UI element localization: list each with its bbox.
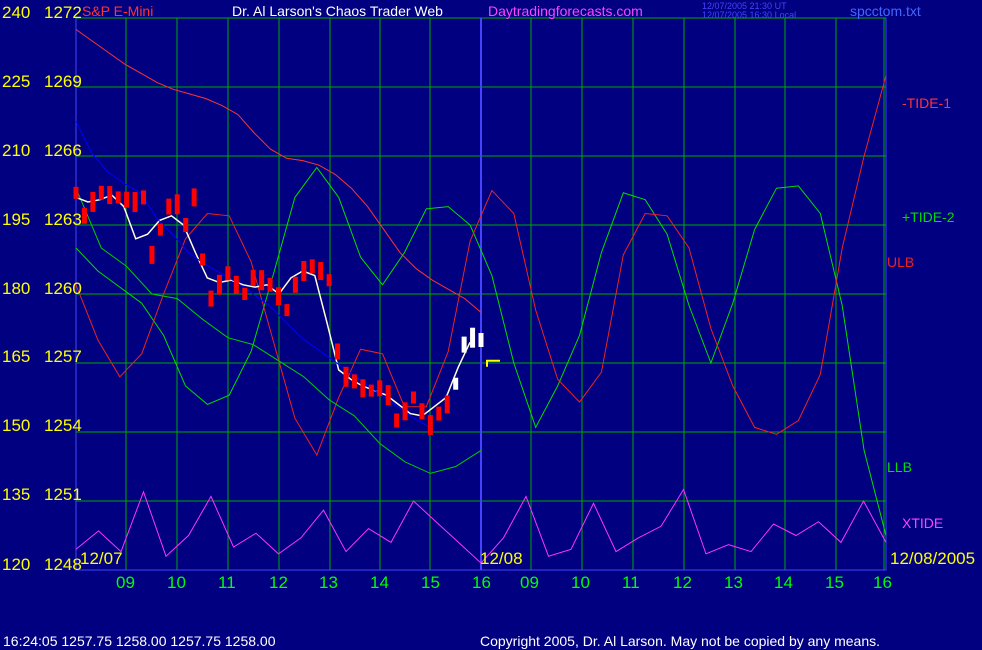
price-axis-label: 1269 xyxy=(44,72,82,91)
price-axis-label: 1257 xyxy=(44,347,82,366)
legend-tide1: -TIDE-1 xyxy=(902,95,951,111)
last-quote: 16:24:05 1257.75 1258.00 1257.75 1258.00 xyxy=(3,633,276,649)
hour-label: 11 xyxy=(218,573,236,592)
date-label: 12/08/2005 xyxy=(890,549,976,568)
hour-label: 16 xyxy=(472,573,491,592)
hour-label: 15 xyxy=(421,573,440,592)
price-axis-label: 1263 xyxy=(44,210,82,229)
left-scale-label: 165 xyxy=(2,347,31,366)
hour-label: 13 xyxy=(724,573,743,592)
hour-label: 12 xyxy=(269,573,288,592)
hour-label: 13 xyxy=(319,573,338,592)
left-scale-label: 150 xyxy=(2,416,31,435)
legend-xtide: XTIDE xyxy=(902,515,944,531)
hour-label: 09 xyxy=(116,573,135,592)
last-price-marker xyxy=(486,359,500,367)
copyright: Copyright 2005, Dr. Al Larson. May not b… xyxy=(480,633,881,649)
left-scale-label: 225 xyxy=(2,72,31,91)
series-line-average xyxy=(75,194,471,417)
hour-label: 15 xyxy=(825,573,844,592)
chart-grid xyxy=(75,17,887,571)
chart-title: Dr. Al Larson's Chaos Trader Web xyxy=(232,3,443,19)
hour-label: 10 xyxy=(167,573,186,592)
hour-label: 11 xyxy=(622,573,640,592)
price-axis-label: 1272 xyxy=(44,3,82,22)
hour-label: 14 xyxy=(370,573,389,592)
hour-label: 12 xyxy=(673,573,692,592)
price-axis-label: 1260 xyxy=(44,279,82,298)
price-axis-label: 1248 xyxy=(44,555,82,574)
left-scale-label: 240 xyxy=(2,3,31,22)
legend-ulb: ULB xyxy=(887,254,915,270)
symbol-label: S&P E-Mini xyxy=(82,3,154,19)
left-scale-label: 135 xyxy=(2,485,31,504)
price-axis-label: 1266 xyxy=(44,141,82,160)
hour-label: 14 xyxy=(774,573,793,592)
stamp-local: 12/07/2005 16:30 Local xyxy=(702,10,797,20)
hour-label: 09 xyxy=(520,573,539,592)
hour-label: 10 xyxy=(571,573,590,592)
left-scale-label: 180 xyxy=(2,279,31,298)
left-scale-label: 210 xyxy=(2,141,31,160)
hour-label: 16 xyxy=(873,573,892,592)
date-label: 12/07 xyxy=(80,549,123,568)
site-label: Daytradingforecasts.com xyxy=(488,3,643,19)
legend-llb: LLB xyxy=(887,459,912,475)
date-label: 12/08 xyxy=(480,549,523,568)
file-label: spcctom.txt xyxy=(850,3,921,19)
left-scale-label: 120 xyxy=(2,555,31,574)
left-scale-label: 195 xyxy=(2,210,31,229)
price-axis-label: 1254 xyxy=(44,416,82,435)
price-axis-label: 1251 xyxy=(44,485,82,504)
legend-tide2: +TIDE-2 xyxy=(902,209,955,225)
